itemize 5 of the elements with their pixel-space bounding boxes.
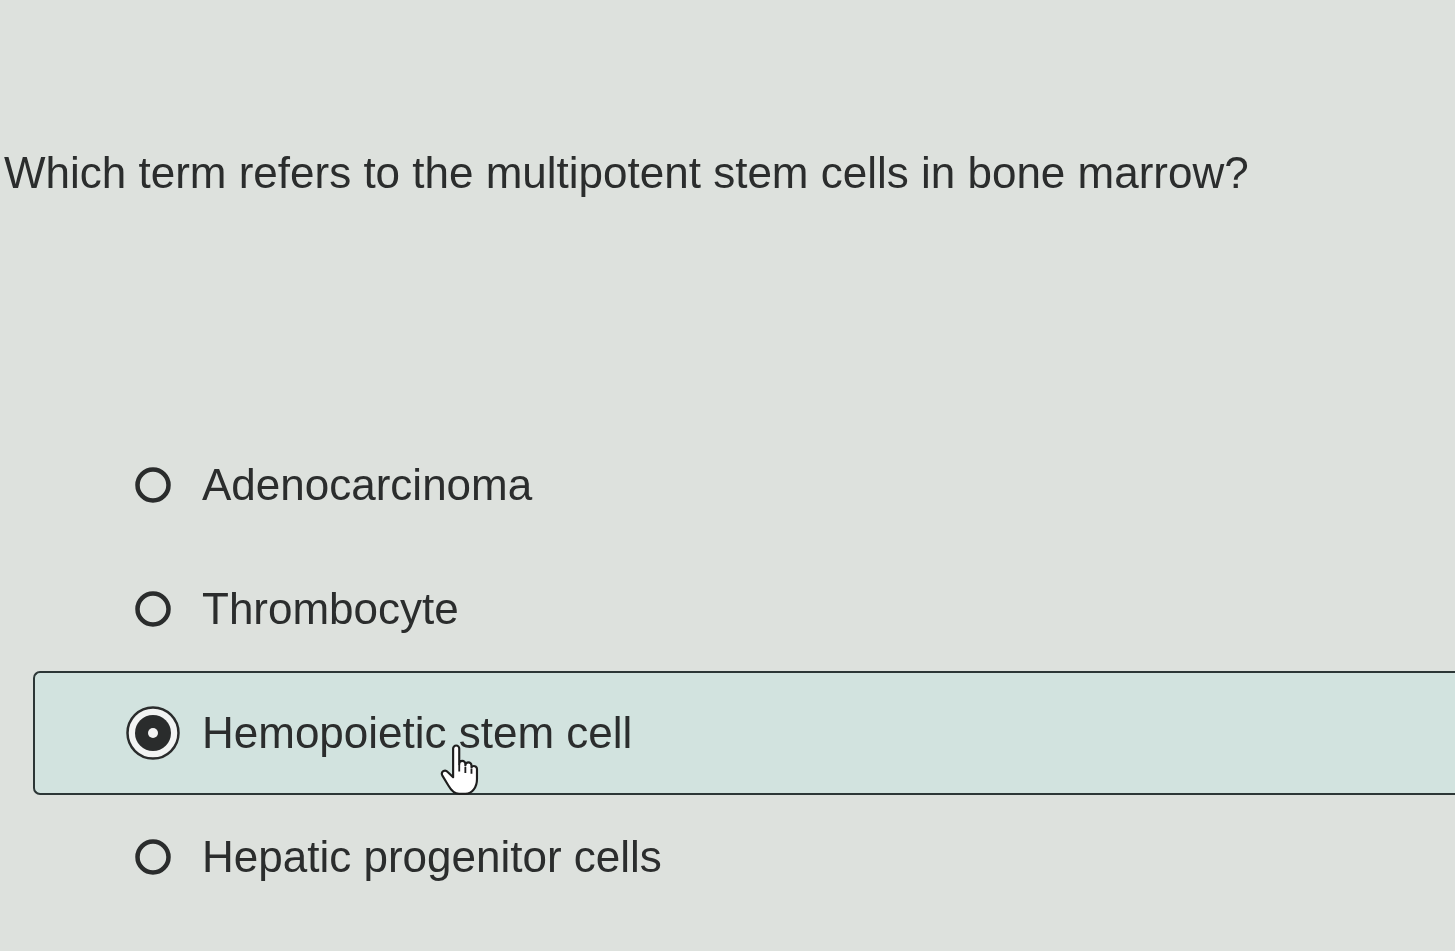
answer-option[interactable]: Thrombocyte bbox=[126, 583, 459, 635]
question-text: Which term refers to the multipotent stem cells in bone marrow? bbox=[4, 147, 1249, 199]
answer-option[interactable]: Adenocarcinoma bbox=[126, 459, 533, 511]
answer-option[interactable]: Hemopoietic stem cell bbox=[126, 706, 655, 760]
answer-option[interactable]: Hepatic progenitor cells bbox=[126, 831, 662, 883]
